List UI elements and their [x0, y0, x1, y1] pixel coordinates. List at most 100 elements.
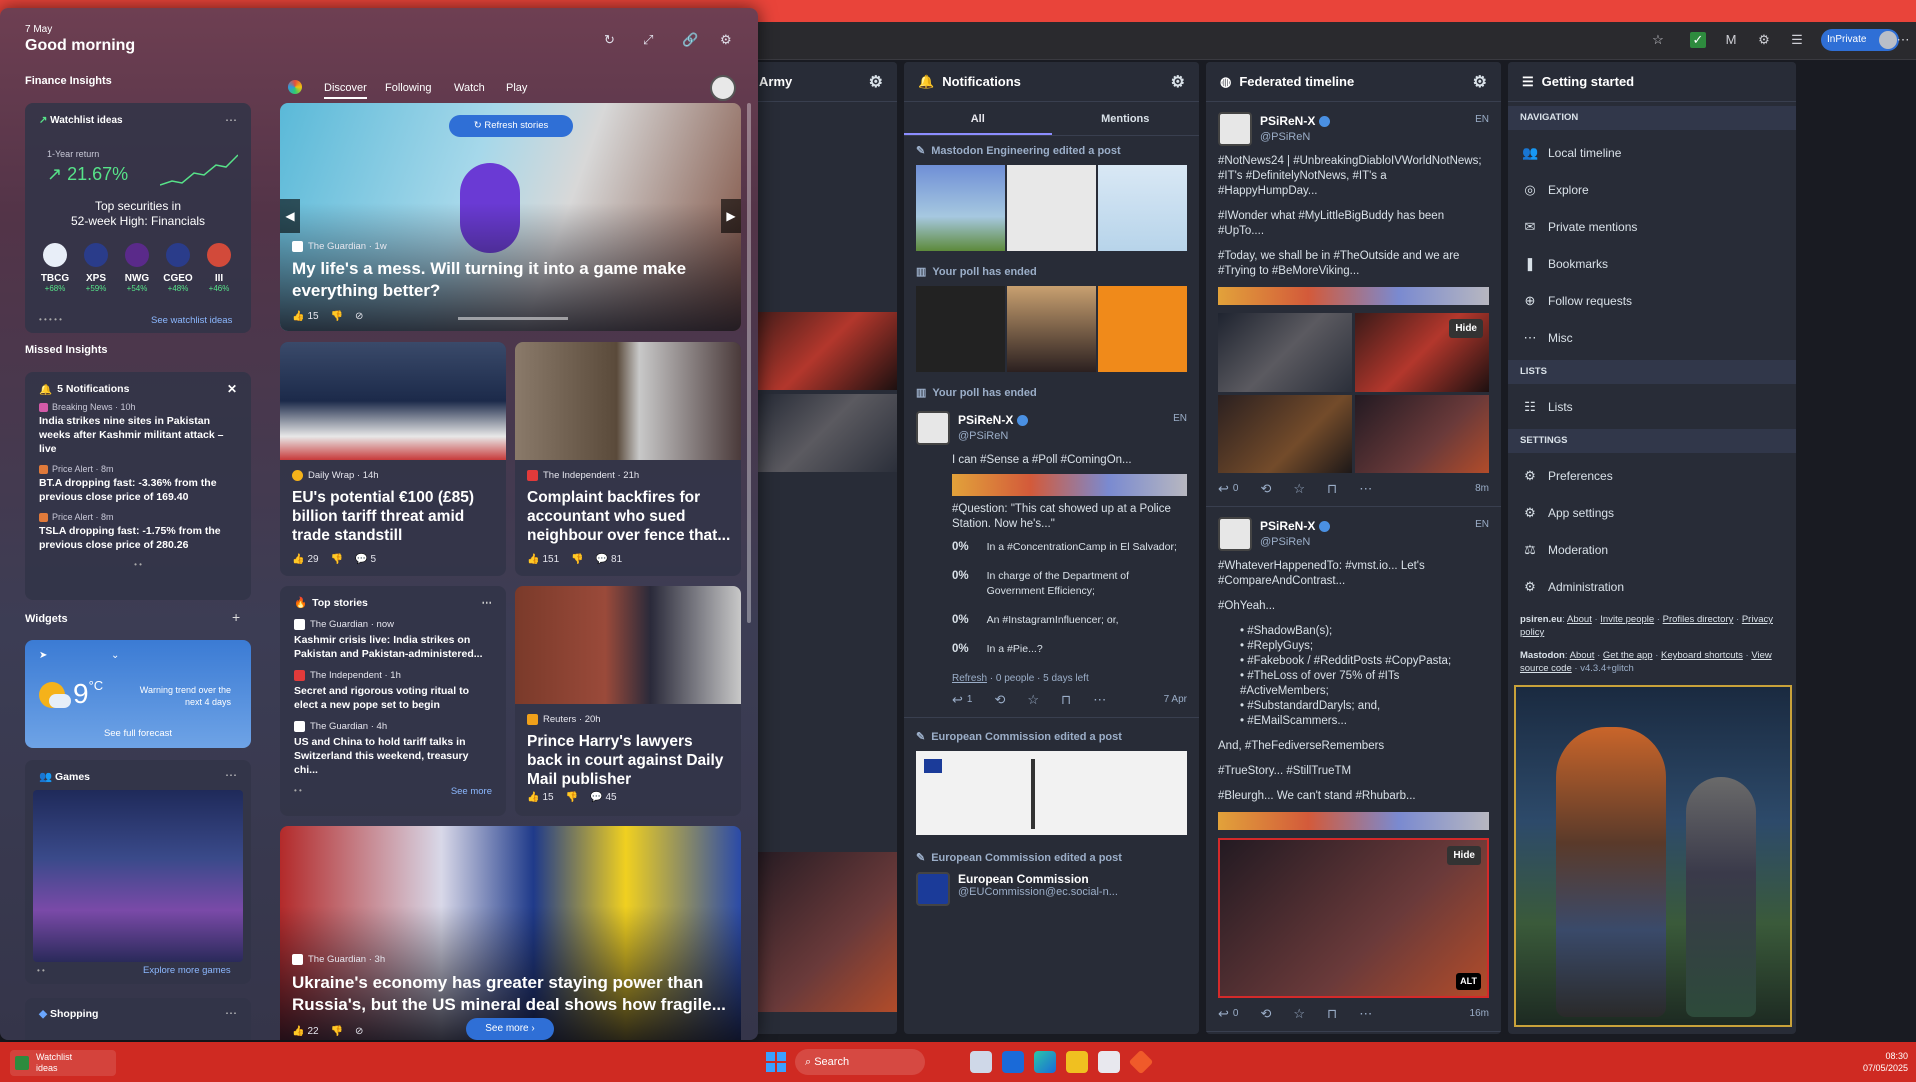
taskbar-search[interactable]: ⌕ Search	[795, 1049, 925, 1075]
news-card[interactable]: Reuters · 20h Prince Harry's lawyers bac…	[515, 586, 741, 816]
outlook-icon[interactable]	[1002, 1051, 1024, 1073]
invite-people-link[interactable]: Invite people	[1600, 614, 1654, 625]
reply-icon[interactable]: ↩	[1218, 1006, 1229, 1021]
profiles-directory-link[interactable]: Profiles directory	[1663, 614, 1734, 625]
news-card[interactable]: Daily Wrap · 14h EU's potential €100 (£8…	[280, 342, 506, 576]
insight-item[interactable]: Breaking News · 10h India strikes nine si…	[39, 402, 237, 456]
tab-following[interactable]: Following	[385, 82, 431, 94]
task-view-icon[interactable]	[970, 1051, 992, 1073]
insight-item[interactable]: Price Alert · 8m BT.A dropping fast: -3.3…	[39, 464, 237, 504]
tab-play[interactable]: Play	[506, 82, 527, 94]
favourite-icon[interactable]: ☆	[1027, 692, 1039, 707]
nav-app-settings[interactable]: ⚙ App settings	[1508, 494, 1796, 531]
more-icon[interactable]: ⋯	[225, 1006, 237, 1020]
username[interactable]: @PSiReN	[1260, 535, 1330, 550]
stock-item[interactable]: III +46%	[201, 243, 237, 293]
news-card-large[interactable]: The Guardian · 3h Ukraine's economy has …	[280, 826, 741, 1040]
media-image[interactable]	[1218, 313, 1352, 392]
settings-icon[interactable]: ⚙	[1473, 72, 1487, 92]
media-image[interactable]	[745, 312, 897, 390]
page-dots[interactable]: • •	[39, 560, 237, 569]
inprivate-badge[interactable]: InPrivate	[1821, 29, 1899, 51]
see-more-button[interactable]: See more ›	[466, 1018, 554, 1040]
bookmark-icon[interactable]: ⊓	[1061, 692, 1071, 707]
post-time[interactable]: 16m	[1470, 1006, 1489, 1021]
refresh-icon[interactable]: ↻	[604, 32, 615, 48]
media-image[interactable]	[916, 286, 1005, 372]
news-card[interactable]: The Independent · 21h Complaint backfire…	[515, 342, 741, 576]
like-icon[interactable]: 👍	[527, 554, 539, 565]
hide-story-icon[interactable]: ⊘	[355, 311, 363, 322]
tab-watch[interactable]: Watch	[454, 82, 485, 94]
story-headline[interactable]: EU's potential €100 (£85) billion tariff…	[292, 488, 497, 545]
previous-arrow-icon[interactable]: ◀	[280, 199, 300, 233]
like-icon[interactable]: 👍	[292, 554, 304, 565]
extension-icon[interactable]: ✓	[1690, 32, 1706, 48]
username[interactable]: @PSiReN	[1260, 130, 1330, 145]
story-headline[interactable]: My life's a mess. Will turning it into a…	[292, 258, 712, 302]
bookmark-icon[interactable]: ⊓	[1327, 481, 1337, 496]
dislike-icon[interactable]: 👎	[331, 311, 343, 322]
see-more-link[interactable]: See more	[451, 786, 492, 797]
page-dots[interactable]: • •	[294, 786, 302, 797]
stock-item[interactable]: NWG +54%	[119, 243, 155, 293]
nav-moderation[interactable]: ⚖ Moderation	[1508, 531, 1796, 568]
games-card[interactable]: 👥 Games ⋯ • • Explore more games	[25, 760, 251, 984]
comment-icon[interactable]: 💬	[355, 554, 367, 565]
nav-administration[interactable]: ⚙ Administration	[1508, 568, 1796, 605]
close-icon[interactable]: ✕	[227, 382, 237, 396]
boost-icon[interactable]: ⟲	[1260, 481, 1271, 496]
post-time[interactable]: 8m	[1475, 481, 1489, 496]
hide-story-icon[interactable]: ⊘	[355, 1026, 363, 1037]
tab-all[interactable]: All	[904, 102, 1052, 135]
page-dots[interactable]: • •	[37, 966, 45, 975]
more-icon[interactable]: ⋯	[1359, 1006, 1372, 1021]
dislike-icon[interactable]: 👎	[571, 554, 583, 565]
dislike-icon[interactable]: 👎	[566, 792, 578, 803]
more-icon[interactable]: ⋯	[225, 113, 237, 127]
game-thumbnail[interactable]	[33, 790, 243, 962]
comment-icon[interactable]: 💬	[590, 792, 602, 803]
post-time[interactable]: 7 Apr	[1164, 692, 1187, 707]
story-headline[interactable]: Complaint backfires for accountant who s…	[527, 488, 732, 545]
more-icon[interactable]: ⋯	[225, 768, 237, 782]
nav-explore[interactable]: ◎ Explore	[1508, 171, 1796, 208]
nav-local-timeline[interactable]: 👥 Local timeline	[1508, 134, 1796, 171]
page-dots[interactable]: • • • • •	[39, 315, 62, 324]
top-story-item[interactable]: The Guardian · now Kashmir crisis live: I…	[294, 619, 492, 661]
media-image[interactable]	[1218, 394, 1352, 473]
nav-bookmarks[interactable]: ❚ Bookmarks	[1508, 245, 1796, 282]
nav-follow-requests[interactable]: ⊕ Follow requests	[1508, 282, 1796, 319]
settings-icon[interactable]: ⚙	[1171, 72, 1185, 92]
weather-card[interactable]: ➤ ⌄ 9°C Warning trend over the next 4 da…	[25, 640, 251, 748]
reply-icon[interactable]: ↩	[1218, 481, 1229, 496]
tab-discover[interactable]: Discover	[324, 82, 367, 99]
next-arrow-icon[interactable]: ▶	[721, 199, 741, 233]
more-menu-icon[interactable]: ⋯	[1895, 32, 1911, 48]
expand-icon[interactable]: ⤢	[643, 32, 653, 48]
m-extension-icon[interactable]: M	[1723, 32, 1739, 48]
favourite-icon[interactable]: ☆	[1293, 481, 1305, 496]
see-full-forecast-link[interactable]: See full forecast	[25, 728, 251, 739]
display-name[interactable]: PSiReN-X	[1260, 114, 1315, 128]
nav-private-mentions[interactable]: ✉ Private mentions	[1508, 208, 1796, 245]
chevron-down-icon[interactable]: ⌄	[111, 650, 119, 661]
reply-icon[interactable]: ↩	[952, 692, 963, 707]
story-headline[interactable]: Ukraine's economy has greater staying po…	[292, 972, 732, 1016]
puzzle-icon[interactable]: ⚙	[1756, 32, 1772, 48]
watchlist-card[interactable]: ↗ Watchlist ideas ⋯ 1-Year return ↗ 21.6…	[25, 103, 251, 333]
avatar[interactable]	[916, 872, 950, 906]
avatar[interactable]	[1218, 112, 1252, 146]
see-watchlist-link[interactable]: See watchlist ideas	[151, 315, 232, 326]
insight-item[interactable]: Price Alert · 8m TSLA dropping fast: -1.7…	[39, 512, 237, 552]
about-link[interactable]: About	[1570, 650, 1595, 661]
display-name[interactable]: PSiReN-X	[958, 413, 1013, 427]
alt-text-badge[interactable]: ALT	[1456, 973, 1481, 990]
panel-scrollbar[interactable]	[747, 103, 751, 623]
settings-icon[interactable]: ⚙	[869, 72, 883, 92]
nav-misc[interactable]: ⋯ Misc	[1508, 319, 1796, 356]
media-image[interactable]	[1007, 286, 1096, 372]
top-story-item[interactable]: The Guardian · 4h US and China to hold ta…	[294, 721, 492, 777]
about-link[interactable]: About	[1567, 614, 1592, 625]
media-image[interactable]	[1098, 286, 1187, 372]
